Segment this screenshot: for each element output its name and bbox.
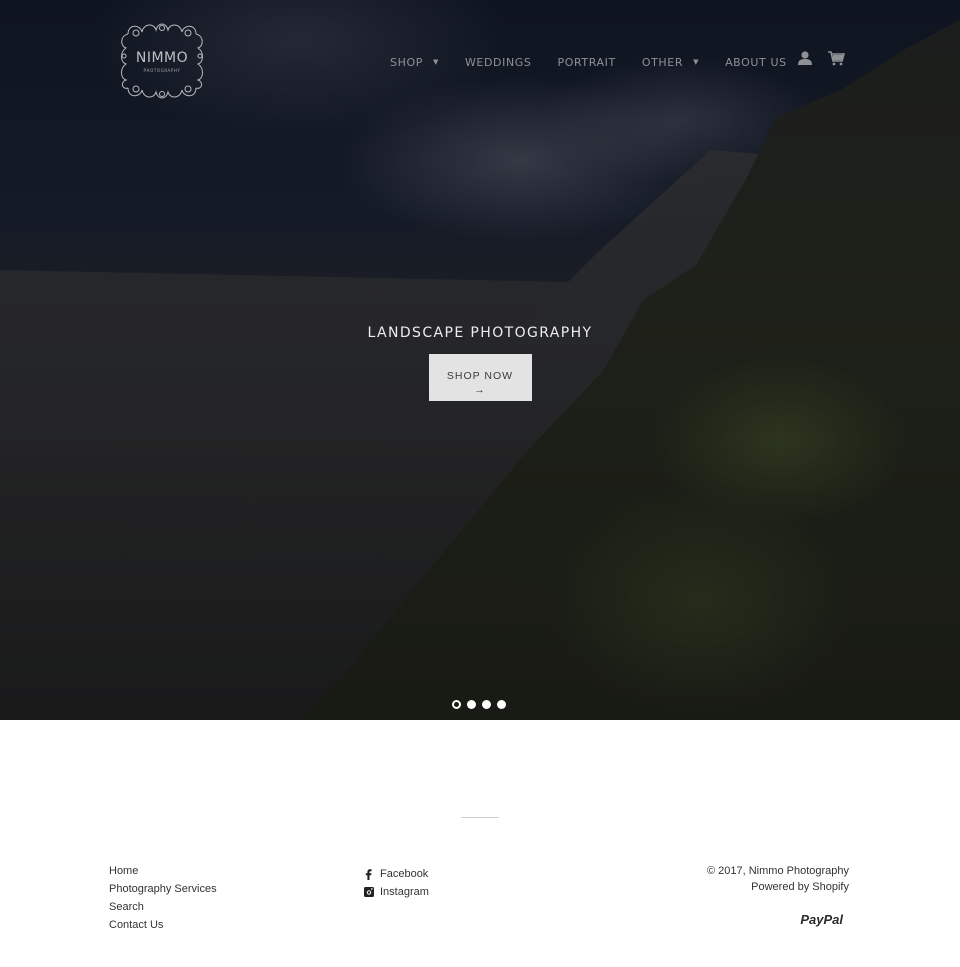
nav-item-label: WEDDINGS — [464, 55, 532, 69]
hero-slideshow: NIMMO PHOTOGRAPHY SHOP ▼ WEDDINGS PORTRA… — [0, 0, 960, 720]
main-nav: SHOP ▼ WEDDINGS PORTRAIT OTHER ▼ ABOUT U… — [390, 52, 813, 72]
nav-item-shop[interactable]: SHOP ▼ — [390, 56, 439, 69]
social-link-instagram[interactable]: Instagram — [363, 883, 429, 901]
cart-button[interactable] — [827, 50, 846, 70]
social-label: Facebook — [380, 868, 429, 880]
nav-item-other[interactable]: OTHER ▼ — [642, 56, 699, 69]
account-button[interactable] — [797, 50, 813, 70]
nav-item-label: SHOP — [390, 55, 423, 69]
footer-divider — [461, 817, 499, 818]
site-header: NIMMO PHOTOGRAPHY SHOP ▼ WEDDINGS PORTRA… — [0, 0, 960, 120]
footer-link-contact-us[interactable]: Contact Us — [109, 919, 217, 937]
footer-links: Home Photography Services Search Contact… — [109, 865, 217, 937]
footer-copyright: © 2017, Nimmo Photography Powered by Sho… — [707, 865, 849, 897]
facebook-icon — [363, 868, 374, 880]
slide-dot-1[interactable] — [452, 700, 461, 709]
slide-dot-2[interactable] — [467, 700, 476, 709]
logo-tagline: PHOTOGRAPHY — [143, 68, 181, 73]
logo-title: NIMMO — [135, 50, 189, 66]
caret-down-icon: ▼ — [432, 58, 439, 66]
nav-item-about-us[interactable]: ABOUT US — [725, 56, 787, 69]
powered-by-link[interactable]: Powered by Shopify — [707, 881, 849, 897]
instagram-icon — [363, 887, 374, 897]
footer-link-home[interactable]: Home — [109, 865, 217, 883]
site-logo[interactable]: NIMMO PHOTOGRAPHY — [118, 20, 206, 102]
hero-content: LANDSCAPE PHOTOGRAPHY SHOP NOW → — [0, 325, 960, 401]
shop-now-button[interactable]: SHOP NOW → — [428, 354, 532, 401]
social-label: Instagram — [380, 886, 429, 898]
paypal-icon: PayPal — [800, 912, 843, 927]
slide-pagination — [452, 700, 506, 709]
shop-now-label: SHOP NOW — [446, 369, 514, 382]
nav-item-weddings[interactable]: WEDDINGS — [465, 56, 532, 69]
caret-down-icon: ▼ — [693, 58, 700, 66]
nav-item-label: ABOUT US — [725, 55, 787, 69]
cart-icon — [828, 51, 846, 66]
footer-link-photography-services[interactable]: Photography Services — [109, 883, 217, 901]
slide-dot-3[interactable] — [482, 700, 491, 709]
copyright-text: © 2017, Nimmo Photography — [706, 865, 849, 877]
nav-item-label: OTHER — [641, 55, 684, 69]
social-link-facebook[interactable]: Facebook — [363, 865, 429, 883]
user-icon — [798, 51, 812, 65]
nav-item-portrait[interactable]: PORTRAIT — [557, 56, 615, 69]
hero-title: LANDSCAPE PHOTOGRAPHY — [367, 325, 593, 341]
footer-link-search[interactable]: Search — [109, 901, 217, 919]
slide-dot-4[interactable] — [497, 700, 506, 709]
footer-social: Facebook Instagram — [363, 865, 429, 901]
nav-item-label: PORTRAIT — [557, 55, 616, 69]
arrow-right-icon: → — [474, 383, 486, 396]
